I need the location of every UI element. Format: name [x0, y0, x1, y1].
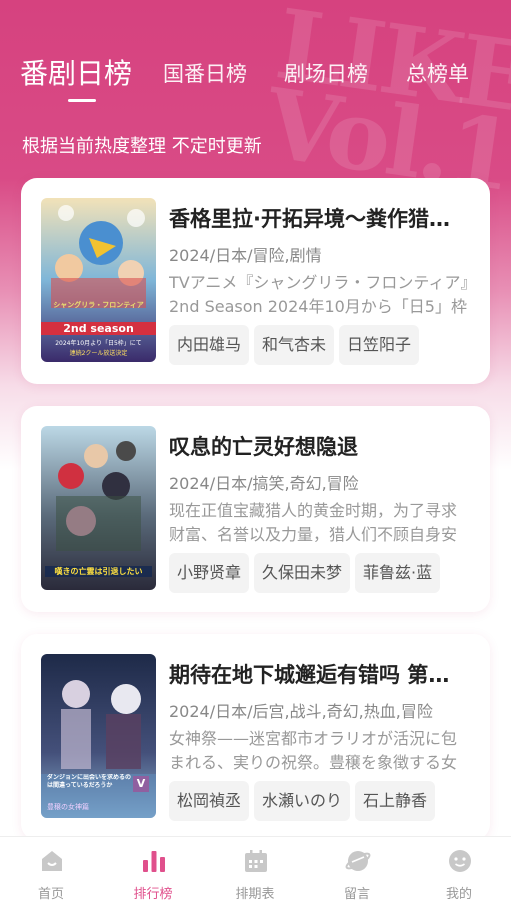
- cast-tag[interactable]: 水瀬いのり: [254, 781, 351, 821]
- tab-overall[interactable]: 总榜单: [406, 58, 469, 88]
- nav-messages-label: 留言: [343, 887, 370, 902]
- tab-theater-daily[interactable]: 剧场日榜: [284, 58, 368, 88]
- poster-logo-text: 嘆きの亡霊は引退したい: [45, 566, 152, 577]
- poster-arc-text: 豊穣の女神篇: [47, 803, 89, 811]
- poster-logo-text: ダンジョンに出会いを求めるのは間違っているだろうか: [47, 774, 131, 789]
- tab-anime-daily[interactable]: 番剧日榜: [20, 52, 132, 92]
- anime-poster[interactable]: ダンジョンに出会いを求めるのは間違っているだろうか V 豊穣の女神篇: [41, 654, 156, 818]
- nav-profile[interactable]: 我的: [408, 837, 510, 908]
- anime-title[interactable]: 香格里拉·开拓异境～粪作猎手挑战神作～第二季: [169, 203, 465, 233]
- anime-meta: 2024/日本/搞笑,奇幻,冒险: [169, 474, 359, 493]
- anime-poster[interactable]: シャングリラ・フロンティア 2nd season 2024年10月より「日5枠」…: [41, 198, 156, 362]
- nav-messages[interactable]: 留言: [306, 837, 408, 908]
- poster-date-text: 2024年10月より「日5枠」にて: [55, 340, 142, 347]
- bottom-nav: 首页 排行榜 排期表 留言 我的: [0, 836, 511, 908]
- anime-description: 女神祭——迷宮都市オラリオが活況に包まれる、実りの祝祭。豊穣を象徴する女神を讃え…: [169, 729, 458, 772]
- cast-tag[interactable]: 石上静香: [355, 781, 436, 821]
- nav-home[interactable]: 首页: [0, 837, 102, 908]
- nav-ranking-label: 排行榜: [133, 887, 173, 902]
- cast-tags: 内田雄马 和气杏未 日笠阳子: [169, 325, 424, 365]
- nav-schedule-label: 排期表: [235, 887, 275, 902]
- cast-tag[interactable]: 内田雄马: [169, 325, 250, 365]
- smiley-face-icon: [449, 850, 471, 872]
- poster-logo-text: シャングリラ・フロンティア: [53, 301, 144, 309]
- poster-season-text: 2nd season: [41, 322, 156, 335]
- anime-poster[interactable]: 嘆きの亡霊は引退したい: [41, 426, 156, 590]
- anime-title[interactable]: 叹息的亡灵好想隐退: [169, 431, 465, 461]
- anime-card[interactable]: 嘆きの亡霊は引退したい 叹息的亡灵好想隐退 2024/日本/搞笑,奇幻,冒险 现…: [21, 406, 490, 612]
- nav-home-label: 首页: [37, 887, 64, 902]
- cast-tag[interactable]: 小野贤章: [169, 553, 250, 593]
- calendar-icon: [245, 850, 267, 872]
- ranking-bars-icon: [143, 851, 165, 872]
- home-icon: [42, 851, 62, 871]
- cast-tags: 松岡禎丞 水瀬いのり 石上静香: [169, 781, 440, 821]
- tab-domestic-daily[interactable]: 国番日榜: [163, 58, 247, 88]
- active-tab-indicator: [68, 99, 96, 102]
- poster-season-badge: V: [133, 776, 149, 792]
- anime-description: 现在正值宝藏猎人的黄金时期，为了寻求财富、名誉以及力量，猎人们不顾自身安危深入宝…: [169, 501, 458, 544]
- planet-message-icon: [345, 851, 371, 871]
- anime-title[interactable]: 期待在地下城邂逅有错吗 第五季: [169, 659, 465, 689]
- nav-ranking[interactable]: 排行榜: [102, 837, 204, 908]
- ranking-subtitle: 根据当前热度整理 不定时更新: [22, 136, 262, 157]
- ranking-tabs: 番剧日榜 国番日榜 剧场日榜 总榜单: [0, 48, 511, 108]
- cast-tag[interactable]: 日笠阳子: [339, 325, 420, 365]
- anime-card[interactable]: ダンジョンに出会いを求めるのは間違っているだろうか V 豊穣の女神篇 期待在地下…: [21, 634, 490, 840]
- cast-tags: 小野贤章 久保田未梦 菲鲁兹·蓝: [169, 553, 445, 593]
- anime-description: TVアニメ『シャングリラ・フロンティア』2nd Season 2024年10月か…: [169, 273, 469, 316]
- cast-tag[interactable]: 松岡禎丞: [169, 781, 250, 821]
- cast-tag[interactable]: 菲鲁兹·蓝: [355, 553, 441, 593]
- cast-tag[interactable]: 和气杏未: [254, 325, 335, 365]
- anime-meta: 2024/日本/冒险,剧情: [169, 246, 322, 265]
- nav-schedule[interactable]: 排期表: [204, 837, 306, 908]
- poster-broadcast-text: 連続2クール放送決定: [69, 350, 128, 357]
- nav-profile-label: 我的: [445, 887, 472, 902]
- anime-card[interactable]: シャングリラ・フロンティア 2nd season 2024年10月より「日5枠」…: [21, 178, 490, 384]
- cast-tag[interactable]: 久保田未梦: [254, 553, 351, 593]
- anime-meta: 2024/日本/后宫,战斗,奇幻,热血,冒险: [169, 702, 433, 721]
